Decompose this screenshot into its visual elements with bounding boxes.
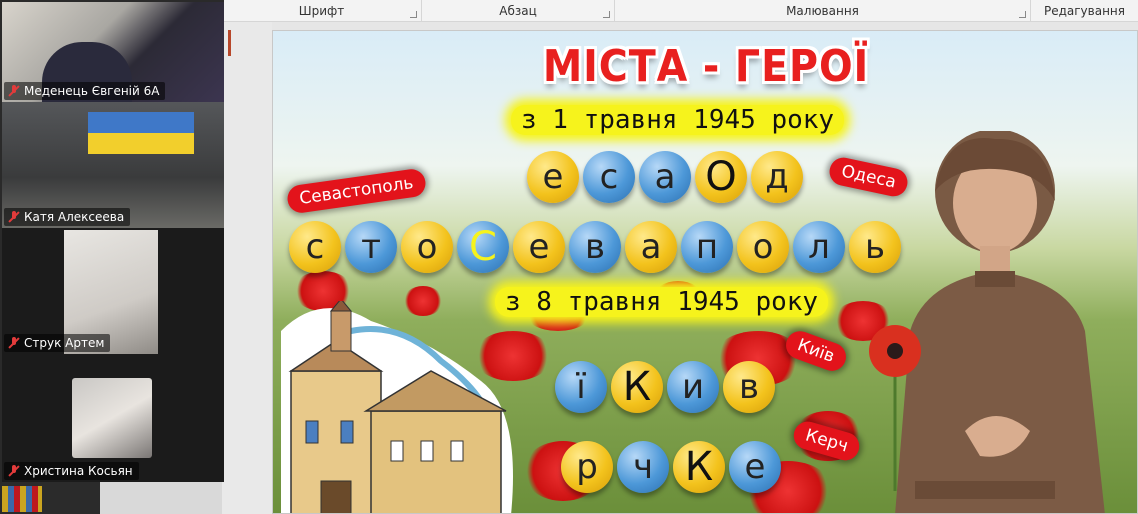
- mic-muted-icon: [8, 337, 20, 349]
- ukrainian-flag-background: [88, 112, 194, 154]
- word-sevastopol: с т о С е в а п о л ь: [289, 221, 901, 273]
- letter-ball[interactable]: р: [561, 441, 613, 493]
- participant-name-bar: Струк Артем: [4, 334, 111, 352]
- letter-ball[interactable]: ч: [617, 441, 669, 493]
- letter-ball[interactable]: е: [513, 221, 565, 273]
- video-participant-panel: Меденець Євгеній 6А Катя Алексеева Струк…: [0, 0, 224, 482]
- mic-muted-icon: [8, 211, 20, 223]
- thumbnail-selection-marker: [228, 30, 231, 56]
- participant-name: Меденець Євгеній 6А: [24, 84, 160, 98]
- letter-ball[interactable]: а: [625, 221, 677, 273]
- ribbon-group-font-label: Шрифт: [298, 4, 345, 18]
- ribbon-group-font[interactable]: Шрифт: [222, 0, 422, 22]
- slide-thumbnail-strip[interactable]: [222, 22, 272, 514]
- dialog-launcher-icon[interactable]: [410, 11, 417, 18]
- video-tile[interactable]: Катя Алексеева: [2, 102, 224, 228]
- ribbon-group-editing-label: Редагування: [1043, 4, 1125, 18]
- word-kerch: р ч К е: [561, 441, 781, 493]
- letter-ball-highlight[interactable]: О: [695, 151, 747, 203]
- letter-ball[interactable]: е: [729, 441, 781, 493]
- woman-with-poppy-illustration: [869, 131, 1105, 513]
- dialog-launcher-icon[interactable]: [1019, 11, 1026, 18]
- ribbon-group-paragraph-label: Абзац: [499, 4, 537, 18]
- letter-ball[interactable]: о: [737, 221, 789, 273]
- letter-ball-highlight[interactable]: К: [611, 361, 663, 413]
- letter-ball[interactable]: ї: [555, 361, 607, 413]
- word-kyiv: ї К и в: [555, 361, 775, 413]
- ribbon-group-labels: Шрифт Абзац Малювання Редагування: [222, 0, 1138, 22]
- letter-ball[interactable]: и: [667, 361, 719, 413]
- ribbon-group-drawing[interactable]: Малювання: [615, 0, 1031, 22]
- letter-ball[interactable]: с: [289, 221, 341, 273]
- mic-muted-icon: [8, 465, 20, 477]
- thumbnail-preview: [2, 486, 42, 512]
- background-window-fragment: [100, 482, 222, 514]
- letter-ball[interactable]: п: [681, 221, 733, 273]
- participant-name-bar: Христина Косьян: [4, 462, 139, 480]
- mic-muted-icon: [8, 85, 20, 97]
- date-label-1: з 1 травня 1945 року: [511, 105, 845, 135]
- background-window-fragment: [0, 482, 100, 514]
- letter-ball-highlight[interactable]: К: [673, 441, 725, 493]
- participant-name: Струк Артем: [24, 336, 105, 350]
- letter-ball[interactable]: а: [639, 151, 691, 203]
- letter-ball[interactable]: с: [583, 151, 635, 203]
- letter-ball[interactable]: т: [345, 221, 397, 273]
- ribbon-group-drawing-label: Малювання: [786, 4, 859, 18]
- participant-name: Христина Косьян: [24, 464, 133, 478]
- video-tile[interactable]: Меденець Євгеній 6А: [2, 2, 224, 102]
- letter-ball[interactable]: е: [527, 151, 579, 203]
- date-label-2: з 8 травня 1945 року: [495, 287, 829, 317]
- slide-canvas[interactable]: МІСТА - ГЕРОЇ з 1 травня 1945 року е с а…: [272, 30, 1138, 514]
- city-building-illustration: [281, 301, 513, 513]
- dialog-launcher-icon[interactable]: [603, 11, 610, 18]
- letter-ball[interactable]: д: [751, 151, 803, 203]
- tag-sevastopol: Севастополь: [285, 167, 428, 215]
- participant-name: Катя Алексеева: [24, 210, 125, 224]
- video-tile[interactable]: Христина Косьян: [2, 354, 224, 482]
- app-window: Шрифт Абзац Малювання Редагування МІСТА …: [0, 0, 1138, 514]
- ribbon-group-paragraph[interactable]: Абзац: [422, 0, 615, 22]
- letter-ball[interactable]: в: [569, 221, 621, 273]
- ribbon-group-editing[interactable]: Редагування: [1031, 0, 1138, 22]
- participant-name-bar: Меденець Євгеній 6А: [4, 82, 166, 100]
- participant-video-frame: [72, 378, 152, 458]
- letter-ball-highlight[interactable]: С: [457, 221, 509, 273]
- slide-title: МІСТА - ГЕРОЇ: [542, 41, 870, 92]
- letter-ball[interactable]: в: [723, 361, 775, 413]
- letter-ball[interactable]: о: [401, 221, 453, 273]
- participant-name-bar: Катя Алексеева: [4, 208, 131, 226]
- letter-ball[interactable]: л: [793, 221, 845, 273]
- word-odesa: е с а О д: [527, 151, 803, 203]
- video-tile[interactable]: Струк Артем: [2, 228, 224, 354]
